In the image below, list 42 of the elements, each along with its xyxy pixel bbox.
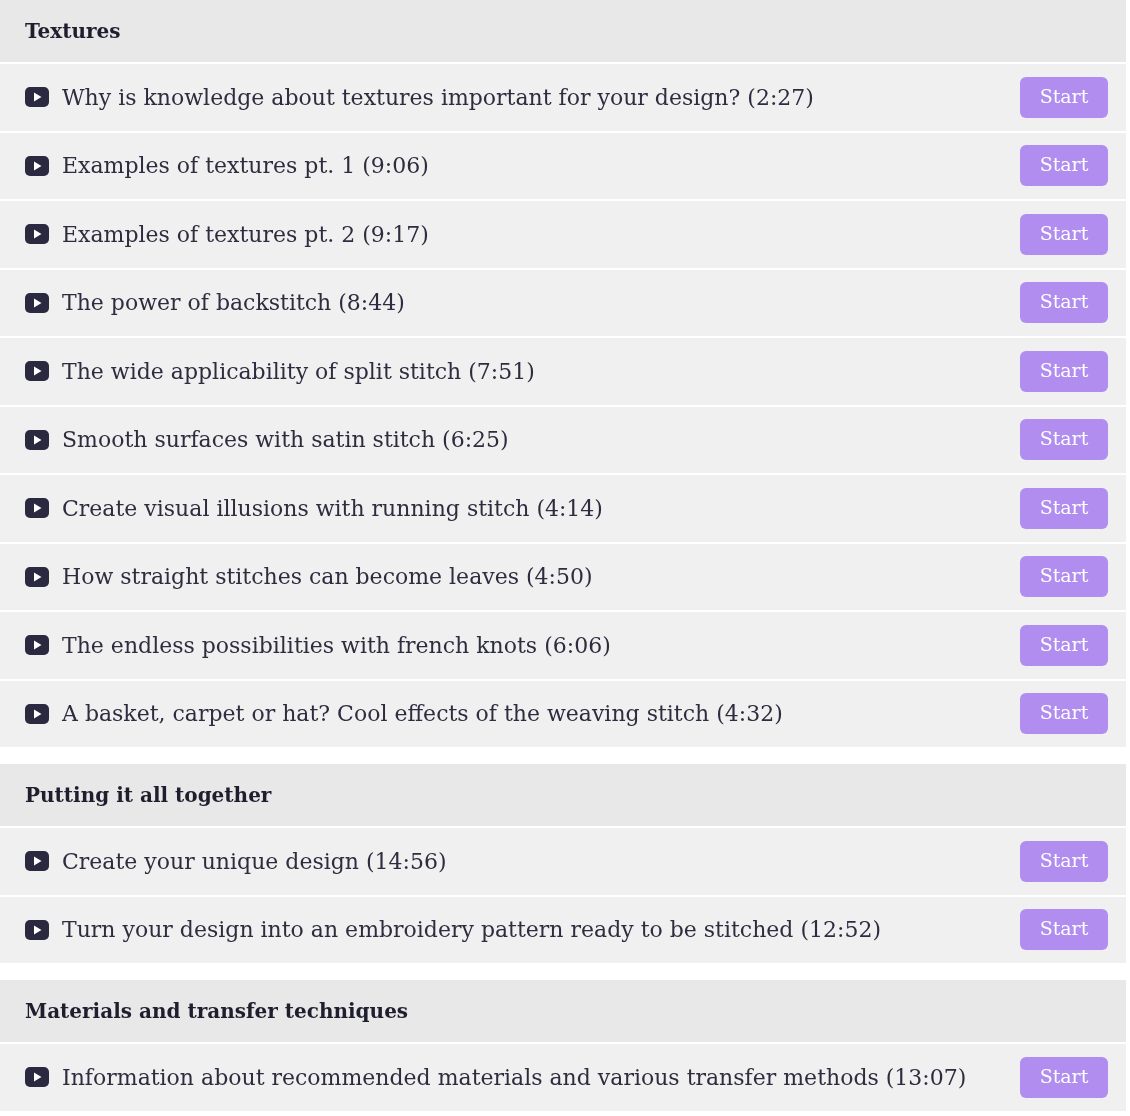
- play-video-icon: [25, 566, 49, 587]
- play-video-icon: [25, 851, 49, 872]
- start-button[interactable]: Start: [1020, 1056, 1108, 1098]
- lesson-title: The power of backstitch (8:44): [62, 289, 405, 318]
- start-button[interactable]: Start: [1020, 213, 1108, 255]
- lesson-title: Smooth surfaces with satin stitch (6:25): [62, 426, 509, 455]
- start-button[interactable]: Start: [1020, 693, 1108, 735]
- lesson-title: Create visual illusions with running stitch (4:14): [62, 494, 603, 523]
- play-video-icon: [25, 429, 49, 450]
- play-video-icon: [25, 919, 49, 940]
- section-title: Materials and transfer techniques: [25, 998, 409, 1025]
- section-title: Putting it all together: [25, 782, 272, 809]
- play-video-icon: [25, 292, 49, 313]
- lesson-title: Examples of textures pt. 2 (9:17): [62, 220, 429, 249]
- play-video-icon: [25, 361, 49, 382]
- start-button[interactable]: Start: [1020, 840, 1108, 882]
- play-video-icon: [25, 703, 49, 724]
- lesson-title: Turn your design into an embroidery pattern ready to be stitched (12:52): [62, 916, 881, 945]
- start-button[interactable]: Start: [1020, 419, 1108, 461]
- start-button[interactable]: Start: [1020, 350, 1108, 392]
- lesson-title: Examples of textures pt. 1 (9:06): [62, 152, 429, 181]
- start-button[interactable]: Start: [1020, 76, 1108, 118]
- lesson-title: The endless possibilities with french knots (6:06): [62, 631, 611, 660]
- lesson-title: Why is knowledge about textures important for your design? (2:27): [62, 83, 814, 112]
- start-button[interactable]: Start: [1020, 624, 1108, 666]
- start-button[interactable]: Start: [1020, 282, 1108, 324]
- section-title: Textures: [25, 18, 121, 45]
- lesson-title: Information about recommended materials and various transfer methods (13:07): [62, 1063, 967, 1092]
- lesson-title: How straight stitches can become leaves (4:50): [62, 563, 593, 592]
- play-video-icon: [25, 635, 49, 656]
- start-button[interactable]: Start: [1020, 909, 1108, 951]
- play-video-icon: [25, 224, 49, 245]
- lesson-title: A basket, carpet or hat? Cool effects of the weaving stitch (4:32): [62, 700, 783, 729]
- start-button[interactable]: Start: [1020, 487, 1108, 529]
- play-video-icon: [25, 155, 49, 176]
- play-video-icon: [25, 87, 49, 108]
- start-button[interactable]: Start: [1020, 145, 1108, 187]
- lesson-title: Create your unique design (14:56): [62, 847, 447, 876]
- start-button[interactable]: Start: [1020, 556, 1108, 598]
- play-video-icon: [25, 498, 49, 519]
- lesson-title: The wide applicability of split stitch (7:51): [62, 357, 535, 386]
- play-video-icon: [25, 1067, 49, 1088]
